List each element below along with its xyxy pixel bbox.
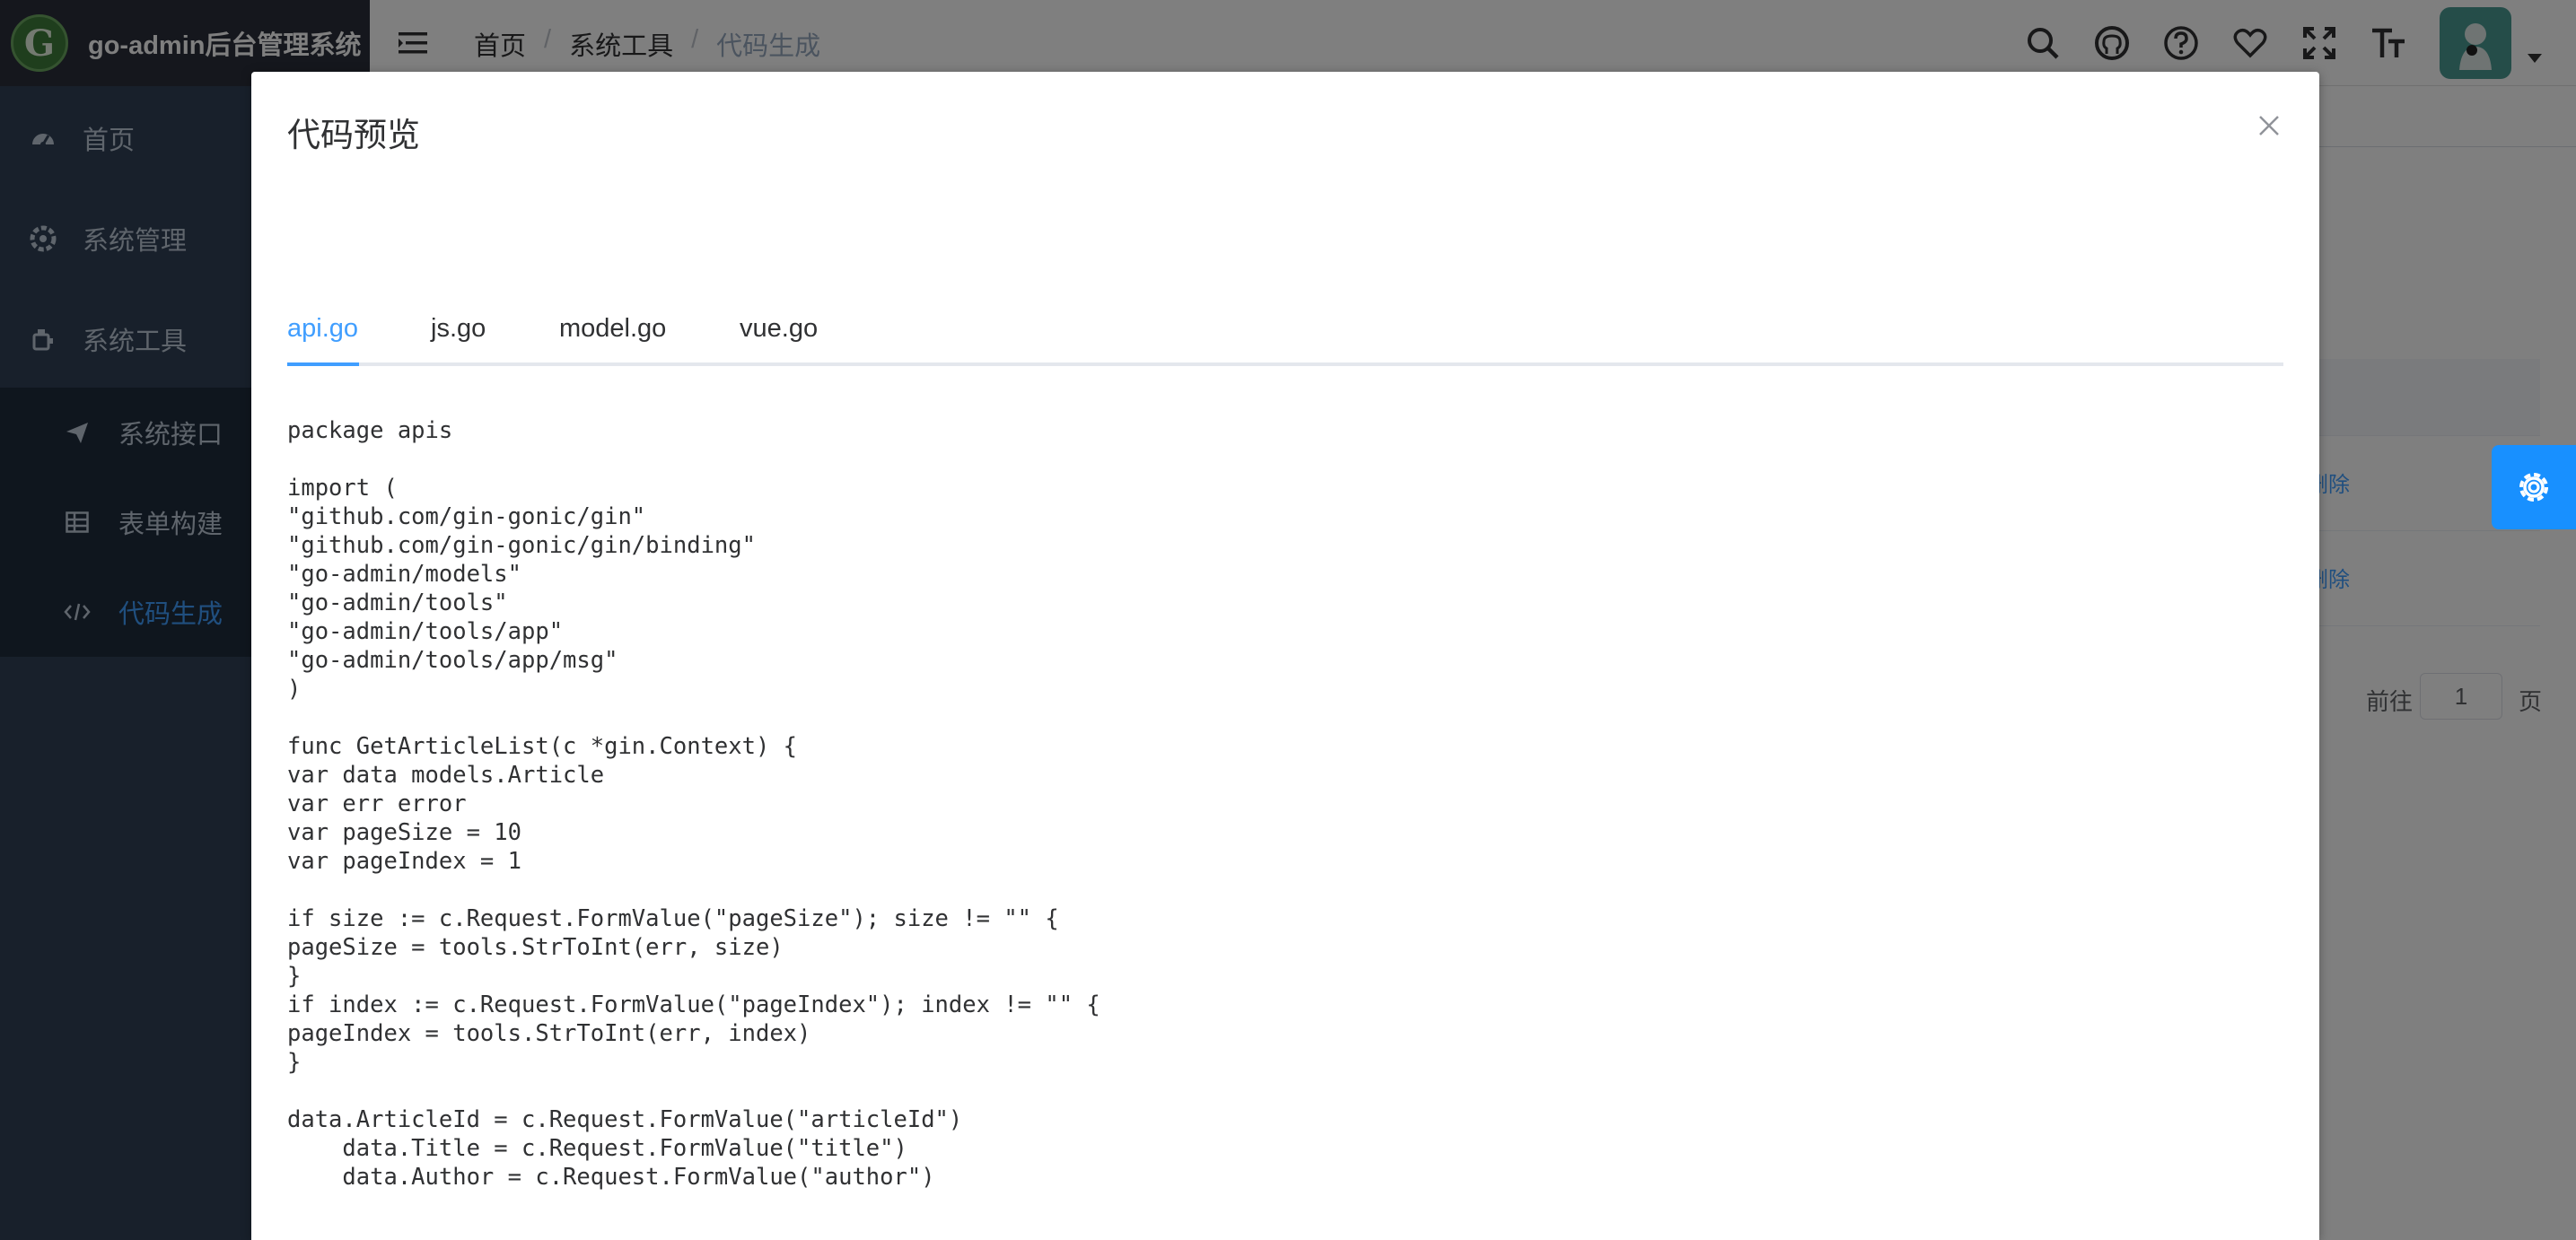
tab-api-go[interactable]: api.go xyxy=(287,314,358,344)
code-preview: package apis import ( "github.com/gin-go… xyxy=(287,417,1100,1191)
active-tab-indicator xyxy=(287,362,359,366)
tab-model-go[interactable]: model.go xyxy=(559,314,666,344)
tab-js-go[interactable]: js.go xyxy=(431,314,486,344)
close-icon[interactable] xyxy=(2253,109,2285,142)
code-tabs: api.go js.go model.go vue.go xyxy=(287,289,2283,366)
settings-button[interactable] xyxy=(2492,445,2576,529)
code-preview-dialog: 代码预览 api.go js.go model.go vue.go packag… xyxy=(251,72,2319,1240)
dialog-title: 代码预览 xyxy=(287,117,420,153)
gear-icon xyxy=(2519,473,2548,502)
tab-vue-go[interactable]: vue.go xyxy=(740,314,818,344)
